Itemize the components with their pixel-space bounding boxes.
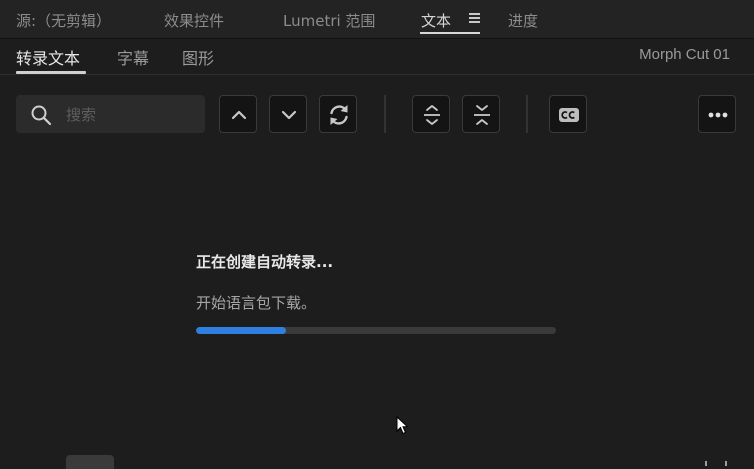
search-icon — [31, 105, 52, 126]
tab-text[interactable]: 文本 — [421, 10, 451, 31]
resize-handle-icon[interactable] — [704, 460, 728, 466]
mouse-cursor-icon — [396, 416, 409, 435]
sequence-name: Morph Cut 01 — [639, 46, 730, 63]
tab-transcript[interactable]: 转录文本 — [16, 45, 80, 69]
toolbar-divider — [526, 95, 528, 133]
status-title: 正在创建自动转录... — [196, 253, 334, 271]
closed-captions-icon — [559, 108, 579, 122]
chevron-up-icon — [231, 110, 247, 120]
bottom-panel-tab[interactable] — [66, 455, 114, 469]
more-options-button[interactable] — [698, 95, 736, 133]
create-captions-button[interactable] — [549, 95, 587, 133]
more-icon — [708, 112, 728, 118]
tab-progress[interactable]: 进度 — [508, 10, 538, 31]
chevron-down-icon — [281, 110, 297, 120]
tab-effect-controls[interactable]: 效果控件 — [164, 10, 224, 31]
search-box[interactable] — [16, 95, 205, 133]
progress-bar — [196, 327, 556, 334]
tab-lumetri-scopes[interactable]: Lumetri 范围 — [283, 10, 375, 31]
collapse-all-button[interactable] — [462, 95, 500, 133]
search-input[interactable] — [64, 101, 198, 129]
tab-captions[interactable]: 字幕 — [117, 45, 149, 69]
panel-tab-bar: 源:（无剪辑） 效果控件 Lumetri 范围 文本 进度 — [0, 0, 754, 39]
expand-all-button[interactable] — [412, 95, 450, 133]
status-message: 开始语言包下载。 — [196, 294, 317, 312]
previous-result-button[interactable] — [219, 95, 257, 133]
tab-source[interactable]: 源:（无剪辑） — [16, 10, 111, 31]
sub-tab-bar: 转录文本 字幕 图形 Morph Cut 01 — [0, 38, 754, 75]
panel-menu-icon[interactable] — [469, 13, 480, 23]
refresh-icon — [330, 105, 348, 125]
expand-icon — [424, 105, 440, 125]
next-result-button[interactable] — [269, 95, 307, 133]
refresh-button[interactable] — [319, 95, 357, 133]
collapse-icon — [474, 105, 490, 125]
progress-fill — [196, 327, 286, 334]
tab-graphics[interactable]: 图形 — [182, 45, 214, 69]
active-tab-indicator — [420, 32, 480, 34]
active-subtab-indicator — [16, 71, 86, 74]
toolbar-divider — [384, 95, 386, 133]
